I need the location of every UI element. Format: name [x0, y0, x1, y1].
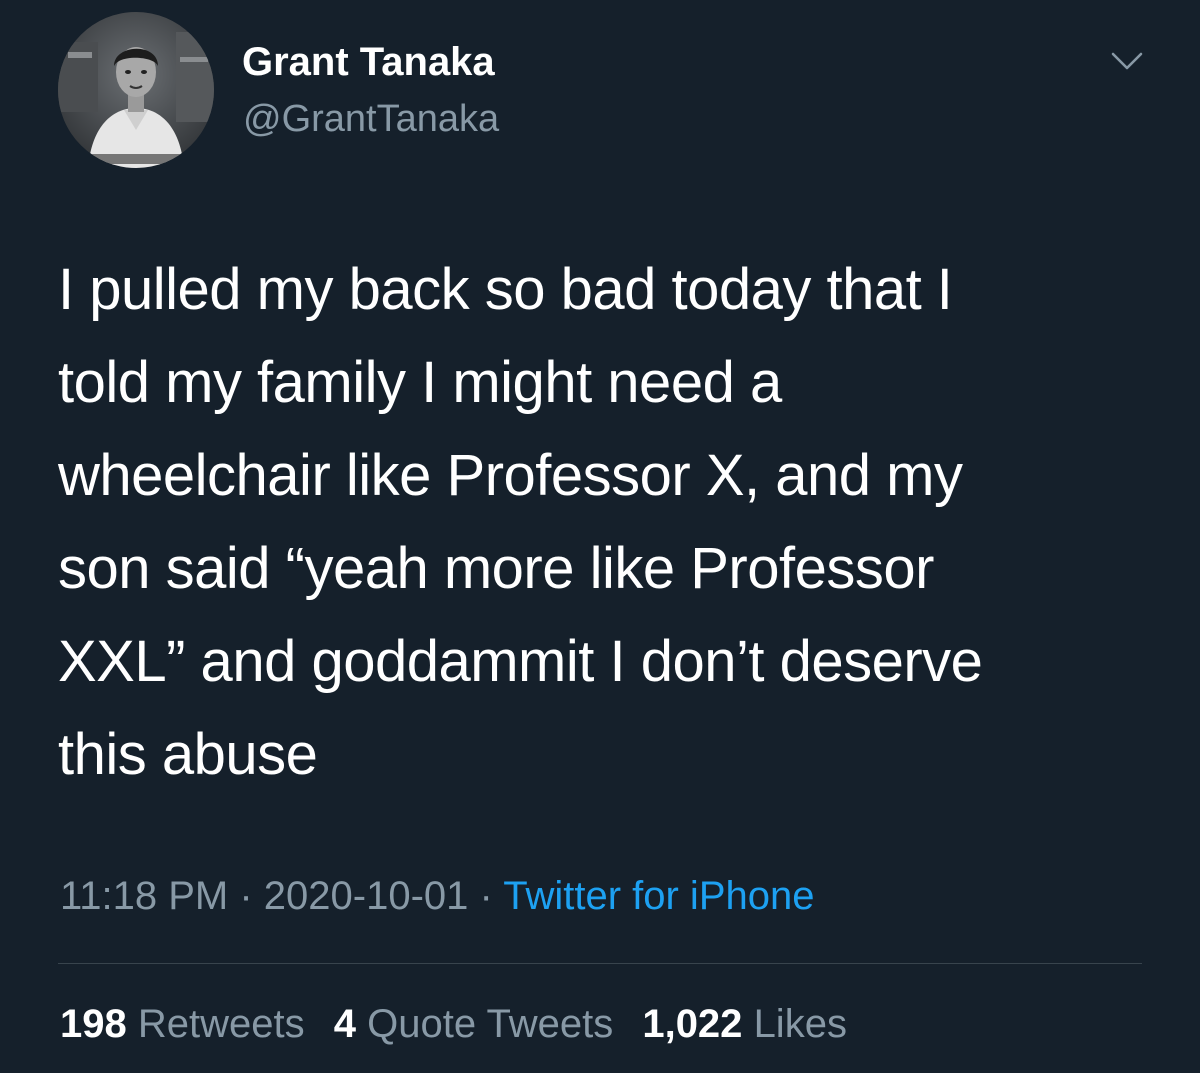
profile-photo-icon [58, 12, 214, 168]
user-handle[interactable]: @GrantTanaka [243, 95, 499, 143]
tweet-text-line: this abuse [58, 722, 318, 787]
quote-tweets-count: 4 [333, 1002, 356, 1046]
divider [58, 963, 1142, 964]
retweets-stat[interactable]: 198 Retweets [60, 996, 305, 1052]
tweet-text-line: told my family I might need a [58, 350, 782, 415]
quote-tweets-label: Quote Tweets [367, 1002, 614, 1046]
tweet-text-line: I pulled my back so bad today that I [58, 257, 953, 322]
display-name[interactable]: Grant Tanaka [242, 38, 495, 86]
tweet-source-link[interactable]: Twitter for iPhone [503, 874, 814, 918]
tweet-text: I pulled my back so bad today that I tol… [58, 243, 1148, 801]
quote-tweets-stat[interactable]: 4 Quote Tweets [334, 996, 613, 1052]
tweet-card: Grant Tanaka @GrantTanaka I pulled my ba… [0, 0, 1200, 1073]
meta-separator: · [228, 874, 264, 918]
likes-count: 1,022 [642, 1002, 743, 1046]
avatar[interactable] [58, 12, 214, 168]
tweet-text-line: XXL” and goddammit I don’t deserve [58, 629, 983, 694]
likes-label: Likes [753, 1002, 847, 1046]
tweet-time[interactable]: 11:18 PM [60, 874, 228, 918]
tweet-text-line: wheelchair like Professor X, and my [58, 443, 963, 508]
meta-separator: · [468, 874, 504, 918]
retweets-count: 198 [60, 1002, 127, 1046]
chevron-down-icon [1111, 52, 1143, 70]
tweet-meta: 11:18 PM · 2020-10-01 · Twitter for iPho… [60, 868, 814, 924]
tweet-date[interactable]: 2020-10-01 [264, 874, 469, 918]
tweet-text-line: son said “yeah more like Professor [58, 536, 934, 601]
likes-stat[interactable]: 1,022 Likes [642, 996, 847, 1052]
tweet-stats: 198 Retweets 4 Quote Tweets 1,022 Likes [60, 996, 865, 1052]
retweets-label: Retweets [137, 1002, 305, 1046]
more-options-button[interactable] [1104, 42, 1150, 80]
